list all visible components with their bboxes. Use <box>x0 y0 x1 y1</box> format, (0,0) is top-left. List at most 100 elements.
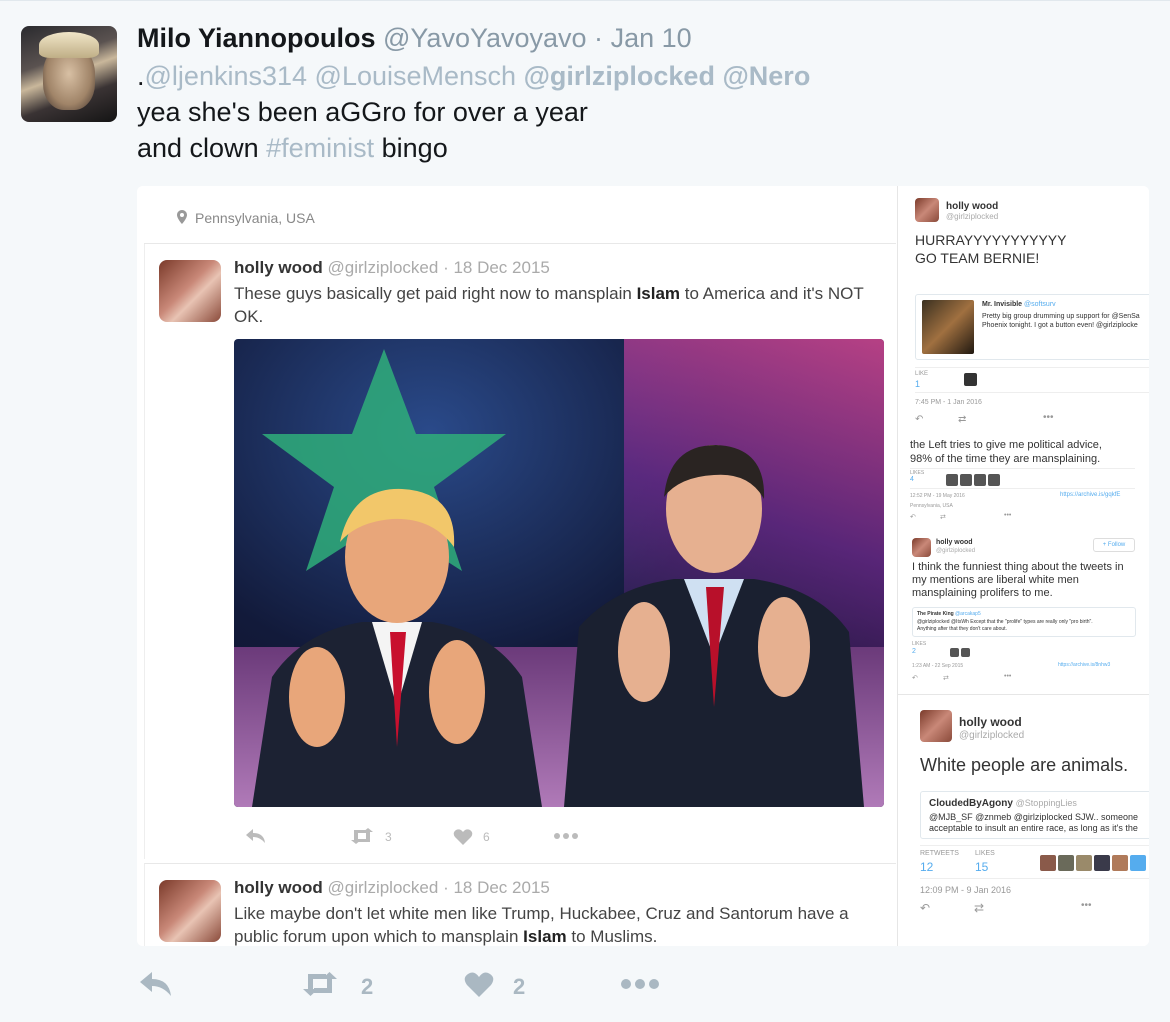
embedded-handle: @girlziplocked <box>946 212 999 221</box>
reply-icon: ↶ <box>915 414 924 425</box>
retweet-icon: ⇄ <box>943 675 949 682</box>
avatar <box>159 880 221 942</box>
liker-avatars <box>950 644 972 658</box>
divider <box>920 845 1149 846</box>
embedded-handle: @girlziplocked <box>327 878 439 897</box>
user-name[interactable]: Milo Yiannopoulos <box>137 23 376 53</box>
user-handle[interactable]: @YavoYavoyavo <box>383 23 587 53</box>
embedded-tweet: holly wood @girlziplocked + Follow I thi… <box>898 536 1149 693</box>
embedded-text-bold: Islam <box>636 284 681 303</box>
embedded-text: These guys basically get paid right now … <box>234 282 884 328</box>
likes-count: 2 <box>912 648 916 655</box>
quoted-handle: @softsurv <box>1024 301 1056 308</box>
heart-icon <box>464 972 494 997</box>
separator: · <box>594 23 604 53</box>
quoted-text: Phoenix tonight. I got a button even! @g… <box>982 322 1138 329</box>
follow-button: + Follow <box>1093 538 1135 552</box>
mentions-prefix: . <box>137 61 145 91</box>
divider <box>915 392 1149 393</box>
more-icon: ••• <box>1004 512 1012 519</box>
divider <box>915 367 1149 368</box>
liker-avatars <box>1040 855 1148 871</box>
screenshot-right: holly wood @girlziplocked HURRAYYYYYYYYY… <box>897 186 1149 946</box>
person-right <box>564 445 864 807</box>
embedded-text: Like maybe don't let white men like Trum… <box>234 902 884 946</box>
embedded-text-bold: Islam <box>523 927 567 946</box>
reply-icon <box>245 828 267 847</box>
embedded-name: holly wood <box>959 715 1022 729</box>
mention-louisemensch[interactable]: @LouiseMensch <box>315 61 517 91</box>
quoted-handle: @StoppingLies <box>1015 798 1077 808</box>
embedded-text: White people are animals. <box>920 755 1129 775</box>
avatar <box>920 710 952 742</box>
retweet-button[interactable]: 2 <box>300 966 390 1006</box>
tweet-mentions: .@ljenkins314 @LouiseMensch @girlziplock… <box>137 61 810 92</box>
quoted-text: acceptable to insult an entire race, as … <box>929 823 1138 833</box>
retweet-icon <box>349 828 375 847</box>
tweet-header: Milo Yiannopoulos @YavoYavoyavo · Jan 10 <box>137 23 692 54</box>
like-button[interactable]: 2 <box>464 966 544 1006</box>
location-row: Pennsylvania, USA <box>177 210 315 226</box>
attached-image[interactable]: Pennsylvania, USA holly wood @girlziploc… <box>137 186 1149 946</box>
embedded-text: the Left tries to give me political advi… <box>910 439 1102 451</box>
debate-photo <box>234 339 884 807</box>
person-left <box>252 488 542 807</box>
tweet-time: 12:09 PM - 9 Jan 2016 <box>920 885 1012 895</box>
likes-count: 4 <box>910 476 914 483</box>
tweet-date[interactable]: Jan 10 <box>611 23 692 53</box>
divider <box>920 878 1149 879</box>
heart-icon <box>453 828 473 849</box>
location-text: Pennsylvania, USA <box>910 503 953 509</box>
embedded-name: holly wood <box>234 878 323 897</box>
quoted-tweet: The Pirate King @arcakap5 @girlziplocked… <box>912 607 1136 637</box>
quoted-text: Pretty big group drumming up support for… <box>982 313 1140 320</box>
quoted-handle: @arcakap5 <box>955 611 981 617</box>
embedded-text-part: These guys basically get paid right now … <box>234 284 637 303</box>
like-label: LIKE <box>915 371 929 377</box>
embedded-text: mansplaining prolifers to me. <box>912 587 1053 599</box>
reply-button[interactable] <box>139 966 179 1006</box>
more-icon: ••• <box>1043 412 1054 423</box>
retweet-icon: ⇄ <box>958 414 967 425</box>
quoted-name-text: The Pirate King <box>917 611 954 617</box>
mention-ljenkins314[interactable]: @ljenkins314 <box>145 61 308 91</box>
tweet-time: 1:23 AM - 22 Sep 2015 <box>912 663 964 669</box>
embedded-text: 98% of the time they are mansplaining. <box>910 453 1101 465</box>
retweet-icon: ⇄ <box>974 901 985 915</box>
mention-girlziplocked[interactable]: @girlziplocked <box>524 61 715 91</box>
likes-count: 15 <box>975 860 989 874</box>
embedded-handle: @girlziplocked <box>936 548 976 554</box>
hashtag-feminist[interactable]: #feminist <box>266 133 374 163</box>
like-count: 1 <box>915 379 921 389</box>
like-count: 6 <box>483 830 490 844</box>
quoted-name-text: CloudedByAgony <box>929 798 1013 809</box>
embedded-handle: @girlziplocked <box>327 258 439 277</box>
tweet-text-line: yea she's been aGGro for over a year <box>137 97 588 127</box>
embedded-date: · 18 Dec 2015 <box>443 258 550 277</box>
quoted-text: @MJB_SF @znmeb @girlziplocked SJW.. some… <box>929 812 1138 822</box>
reply-icon <box>140 972 171 996</box>
mention-nero[interactable]: @Nero <box>722 61 810 91</box>
embedded-name: holly wood <box>936 539 973 546</box>
likes-label: LIKES <box>912 641 927 647</box>
user-avatar[interactable] <box>21 26 117 122</box>
text-after-hashtag: bingo <box>374 133 448 163</box>
retweet-icon <box>303 972 337 996</box>
tweet-time: 12:52 PM - 19 May 2016 <box>910 493 965 499</box>
retweets-label: RETWEETS <box>920 850 959 857</box>
like-count: 2 <box>513 974 526 999</box>
more-button[interactable] <box>620 966 660 1006</box>
liker-avatars <box>946 473 1002 487</box>
follow-label: Follow <box>1107 542 1126 548</box>
embedded-text: my mentions are liberal white men <box>912 574 1079 586</box>
quoted-name: CloudedByAgony @StoppingLies <box>929 798 1077 809</box>
more-icon <box>553 828 579 847</box>
quoted-tweet: CloudedByAgony @StoppingLies @MJB_SF @zn… <box>920 791 1149 839</box>
quoted-tweet: Mr. Invisible @softsurv Pretty big group… <box>915 294 1149 360</box>
embedded-tweet: holly wood @girlziplocked White people a… <box>898 694 1149 946</box>
quoted-text: @girlziplocked @ItsWh Except that the "p… <box>917 619 1093 625</box>
embedded-tweet: holly wood @girlziplocked · 18 Dec 2015 … <box>144 863 896 946</box>
tweet-actions: 2 2 <box>137 966 737 1006</box>
tweet[interactable]: Milo Yiannopoulos @YavoYavoyavo · Jan 10… <box>0 0 1170 1022</box>
embedded-tweet: holly wood @girlziplocked · 18 Dec 2015 … <box>144 244 896 859</box>
